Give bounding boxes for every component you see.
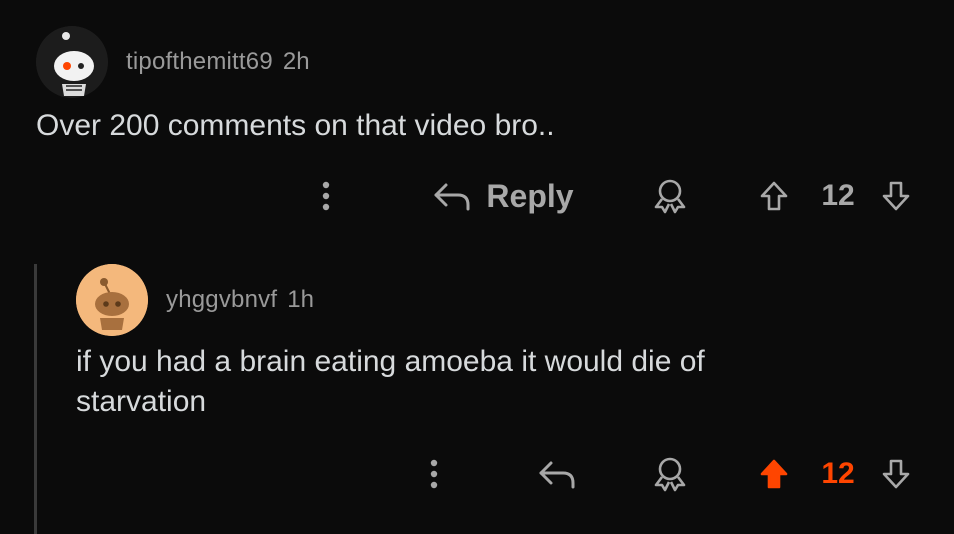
reply-arrow-icon (539, 461, 575, 489)
avatar[interactable] (76, 264, 148, 336)
downvote-button[interactable] (878, 176, 914, 216)
more-options-button[interactable] (420, 454, 448, 494)
more-options-icon (322, 181, 330, 211)
username[interactable]: tipofthemitt69 (126, 48, 273, 76)
comment-body-line: starvation (76, 385, 207, 418)
reply-button[interactable]: Reply (428, 176, 578, 216)
reply-label: Reply (486, 177, 574, 214)
comment-thread: tipofthemitt69 2h Over 200 comments on t… (0, 0, 954, 534)
upvote-button[interactable] (756, 454, 792, 494)
vote-count: 12 (810, 454, 866, 494)
downvote-arrow-icon (882, 181, 910, 211)
comment-body: Over 200 comments on that video bro.. (36, 109, 555, 142)
vote-count-label: 12 (821, 457, 855, 490)
comment-body: if you had a brain eating amoeba it woul… (76, 342, 705, 422)
upvote-button[interactable] (756, 176, 792, 216)
comment-header: yhggvbnvf 1h (76, 264, 314, 336)
downvote-arrow-icon (882, 459, 910, 489)
award-button[interactable] (646, 454, 694, 494)
snoo-avatar-icon (76, 264, 148, 336)
upvote-arrow-icon (760, 181, 788, 211)
more-options-icon (430, 459, 438, 489)
reply-arrow-icon (434, 183, 470, 211)
more-options-button[interactable] (312, 176, 340, 216)
award-icon (654, 457, 686, 492)
award-button[interactable] (646, 176, 694, 216)
comment-actions: 12 (0, 454, 954, 494)
vote-count: 12 (810, 176, 866, 216)
comment-body-line: if you had a brain eating amoeba it woul… (76, 345, 705, 378)
vote-count-label: 12 (821, 179, 855, 212)
timestamp: 1h (287, 286, 314, 313)
avatar[interactable] (36, 26, 108, 98)
username[interactable]: yhggvbnvf (166, 286, 277, 314)
timestamp: 2h (282, 48, 310, 75)
comment-header: tipofthemitt69 2h (36, 26, 310, 98)
upvote-arrow-icon (760, 459, 788, 489)
downvote-button[interactable] (878, 454, 914, 494)
snoo-avatar-icon (36, 26, 108, 98)
reply-button[interactable] (534, 454, 582, 494)
comment-actions: Reply 12 (0, 176, 954, 216)
award-icon (654, 179, 686, 214)
